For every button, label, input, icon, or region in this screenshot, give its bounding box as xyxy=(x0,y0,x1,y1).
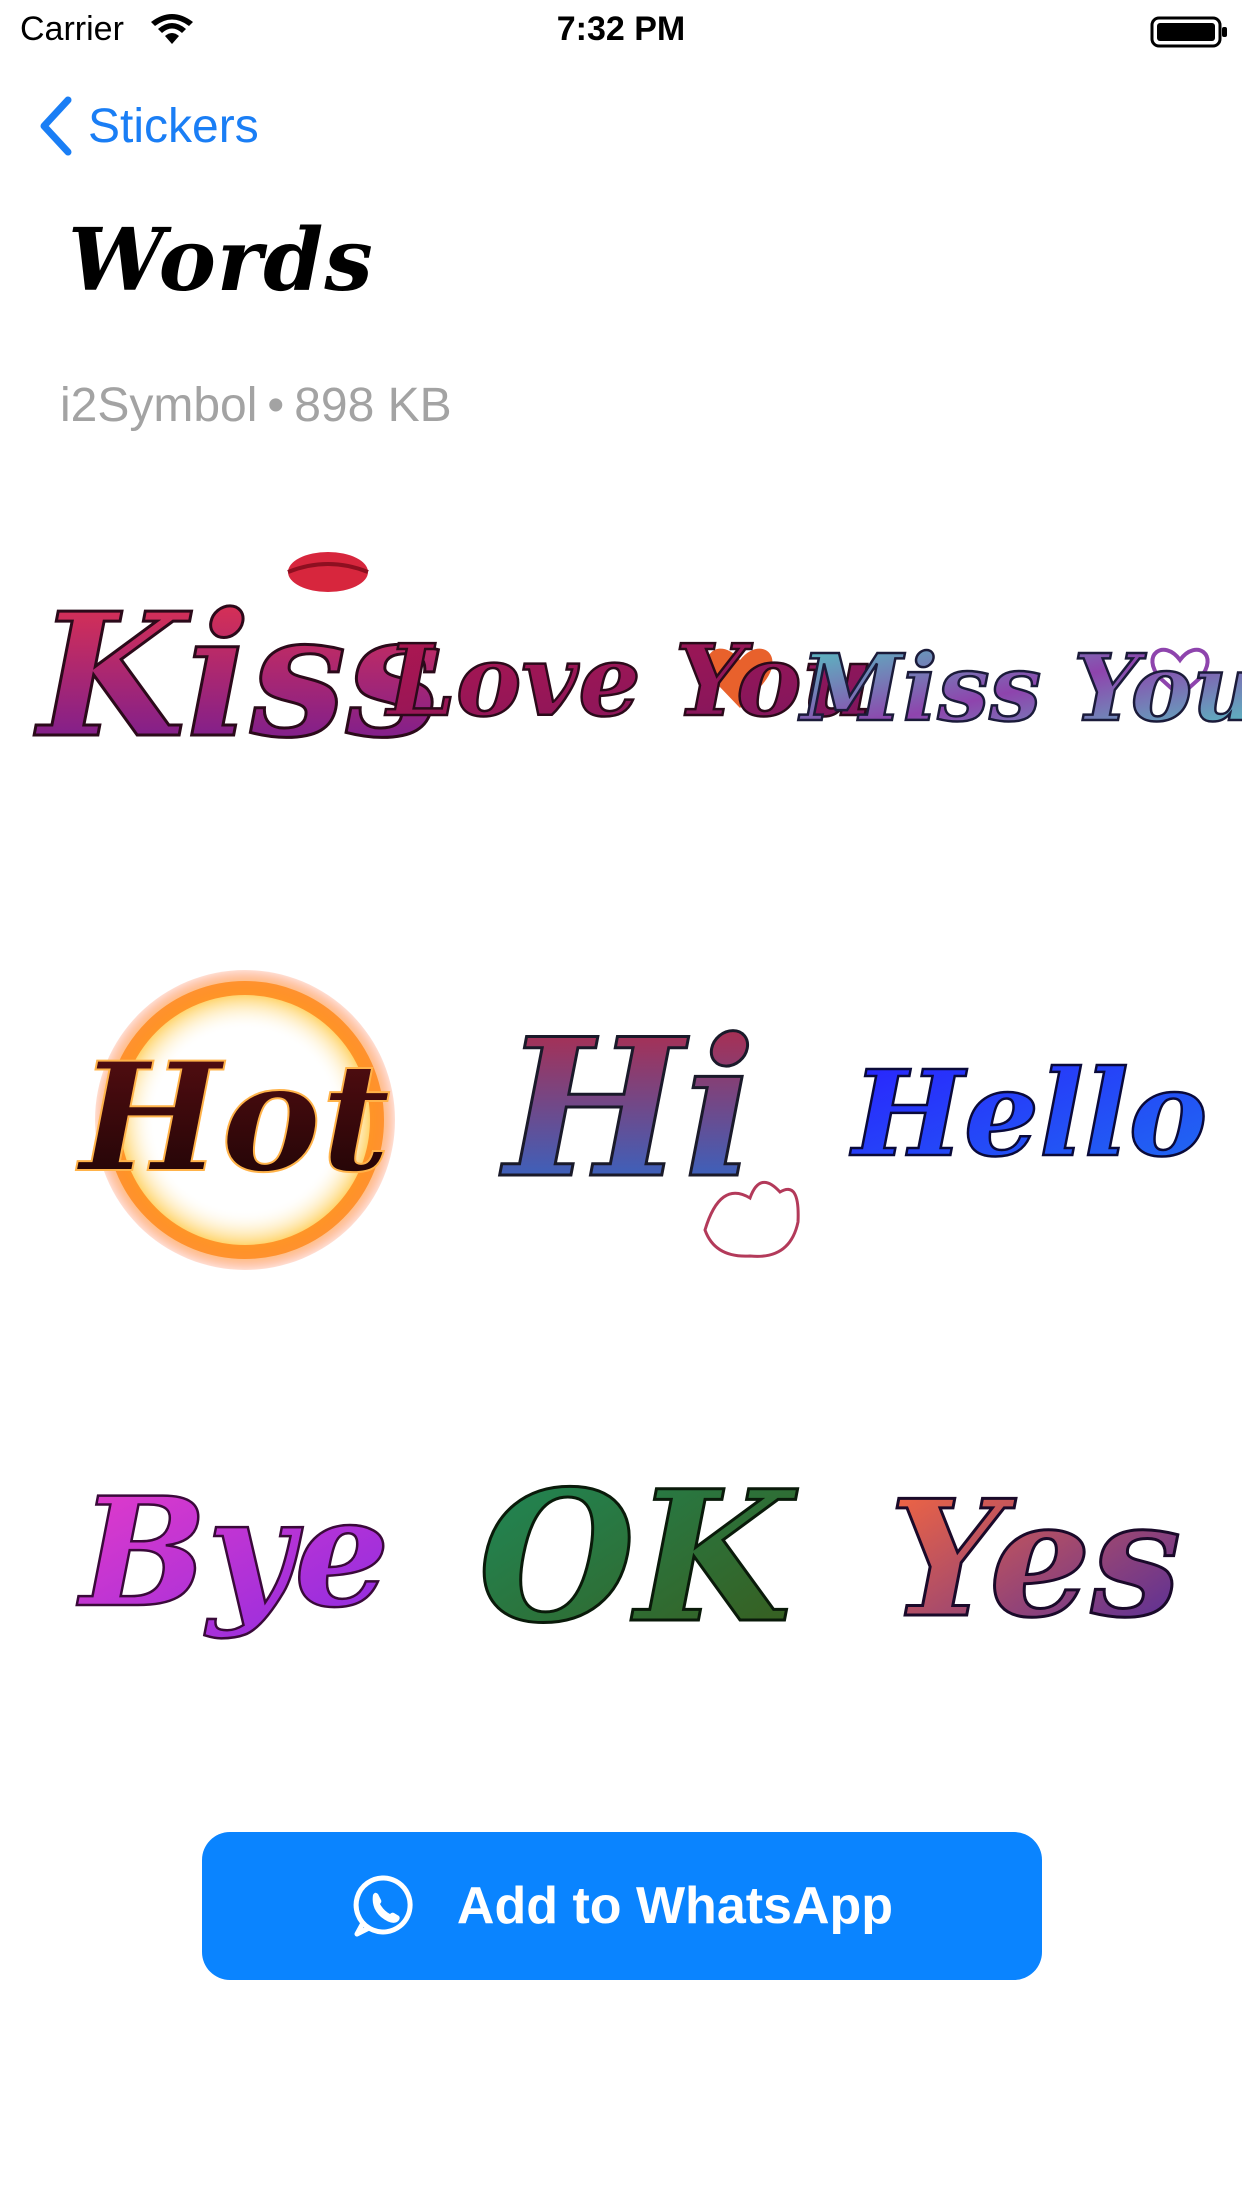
sticker-hi[interactable]: Hi xyxy=(460,930,820,1310)
battery-icon xyxy=(1150,16,1227,48)
sticker-love-you[interactable]: Love You xyxy=(383,490,874,870)
sticker-hot-art: Hot xyxy=(74,970,395,1270)
sticker-word: Yes xyxy=(889,1465,1181,1653)
sticker-hello-art: Hello xyxy=(848,1043,1208,1185)
sticker-kiss[interactable]: Kiss xyxy=(33,490,443,870)
whatsapp-icon xyxy=(353,1875,413,1937)
sticker-grid: Kiss Love You Miss You Hot Hi Hello Bye … xyxy=(33,490,1242,1730)
sticker-word: Hot xyxy=(75,1030,390,1206)
pack-author: i2Symbol xyxy=(60,379,258,432)
pack-title: Words xyxy=(68,210,374,311)
sticker-word: Hi xyxy=(499,997,756,1220)
sticker-hello[interactable]: Hello xyxy=(848,930,1220,1310)
sticker-yes-art: Yes xyxy=(887,1464,1182,1655)
sticker-bye-art: Bye xyxy=(75,1464,391,1643)
add-to-whatsapp-button[interactable]: Add to WhatsApp xyxy=(202,1832,1042,1980)
sticker-word: Kiss xyxy=(34,576,442,776)
sticker-hot[interactable]: Hot xyxy=(60,930,420,1310)
back-label: Stickers xyxy=(88,99,259,153)
pack-meta: i2Symbol • 898 KB xyxy=(60,378,452,433)
sticker-miss-you[interactable]: Miss You xyxy=(797,490,1242,870)
sticker-word: Love You xyxy=(384,624,873,739)
sticker-word: OK xyxy=(478,1452,798,1663)
sticker-miss-you-art: Miss You xyxy=(797,633,1242,744)
sticker-ok[interactable]: OK xyxy=(460,1370,820,1750)
sticker-ok-art: OK xyxy=(477,1451,800,1665)
sticker-kiss-art: Kiss xyxy=(33,552,443,778)
status-time: 7:32 PM xyxy=(556,10,686,48)
chevron-left-icon xyxy=(40,96,72,156)
sticker-yes[interactable]: Yes xyxy=(860,1370,1220,1750)
sticker-love-you-art: Love You xyxy=(383,623,874,741)
meta-separator: • xyxy=(267,379,285,432)
add-to-whatsapp-label: Add to WhatsApp xyxy=(456,1877,894,1935)
sticker-bye[interactable]: Bye xyxy=(60,1370,420,1750)
status-bar: Carrier 7:32 PM xyxy=(0,0,1242,60)
sticker-hi-art: Hi xyxy=(498,996,800,1258)
back-button[interactable]: Stickers xyxy=(36,94,259,158)
pack-size: 898 KB xyxy=(294,379,452,432)
sticker-word: Hello xyxy=(850,1044,1208,1183)
sticker-word: Miss You xyxy=(798,634,1242,742)
sticker-word: Bye xyxy=(76,1465,389,1641)
